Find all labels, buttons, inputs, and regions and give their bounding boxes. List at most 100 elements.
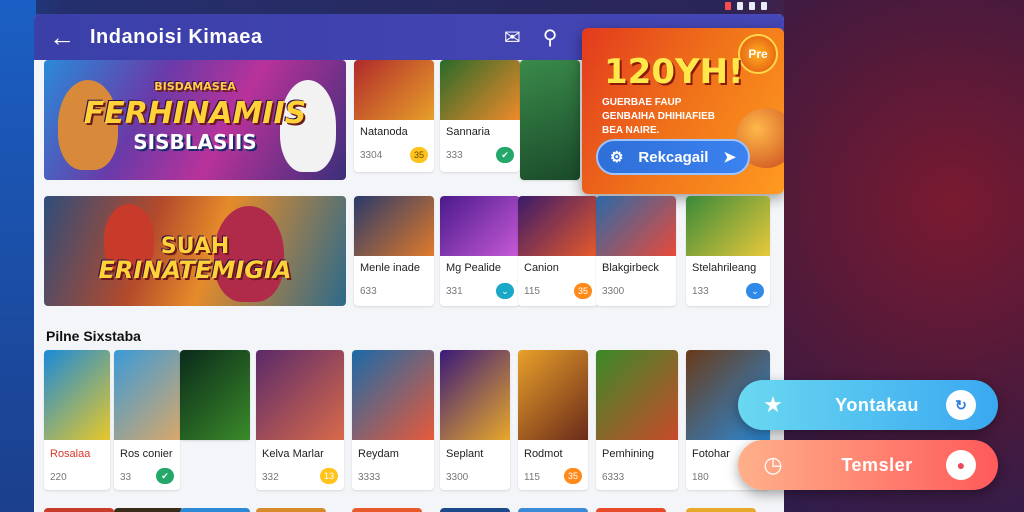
arrow-right-icon: ➤ [723,149,736,166]
toggle-icon: ● [946,450,976,480]
app-window: ← Indanoisi Kimaea ✉ ⚲ BISDAMASEA FERHIN… [34,14,784,512]
game-card[interactable]: Kelva Marlar 332 13 [256,350,344,490]
game-count: 331 [446,286,463,297]
game-card[interactable]: Reydam 3333 [352,350,434,490]
game-card[interactable]: Ros conier 33 ✔ [114,350,180,490]
gift-icon: ⚙ [610,149,624,166]
game-count: 33 [120,472,132,483]
check-icon: ✔ [496,147,514,163]
rating-badge: 35 [564,468,582,484]
game-count: 3304 [360,150,383,161]
section-title: Pilne Sixstaba [46,328,141,344]
game-name: Stelahrileang [692,262,757,274]
promo-subtitle: GUERBAE FAUP GENBAIHA DHIHIAFIEB BEA NAI… [602,97,715,136]
game-name: Reydam [358,448,399,460]
game-count: 3300 [446,472,469,483]
battery-icon [761,2,767,10]
game-card[interactable]: Menle inade 633 [354,196,434,306]
promo-badge: Pre [738,34,778,74]
game-thumbnail [114,350,180,440]
game-thumbnail [518,196,598,256]
promo-cta-button[interactable]: ⚙ Rekcagail ➤ [596,139,750,175]
download-icon: ⌄ [496,283,514,299]
game-name: Seplant [446,448,484,460]
banner-headline: ERINATEMIGIA [98,256,292,284]
notification-icon [725,2,731,10]
game-count: 3333 [358,472,381,483]
game-name: Rodmot [524,448,563,460]
check-icon: ✔ [156,468,174,484]
clock-icon: ◷ [763,452,783,477]
favorites-button[interactable]: ★ Yontakau ↻ [738,380,998,430]
game-thumbnail [596,196,676,256]
game-thumbnail [520,60,580,180]
game-card[interactable]: Canion 115 35 [518,196,598,306]
rating-badge: 35 [410,147,428,163]
game-count: 220 [50,472,67,483]
app-bar-actions: ✉ ⚲ [504,14,557,60]
game-name: Rosalaa [50,448,91,460]
game-count: 333 [446,150,463,161]
wifi-icon [749,2,755,10]
promo-cta-label: Rekcagail [638,148,709,166]
game-thumbnail [352,350,434,440]
game-name: Pemhining [602,448,654,460]
game-thumbnail [440,350,510,440]
game-card[interactable]: Rosalaa 220 [44,350,110,490]
game-count: 332 [262,472,279,483]
event-banner[interactable]: SUAH ERINATEMIGIA [44,196,346,306]
timer-label: Temsler [841,454,913,475]
promo-title: 120YH! [604,52,744,92]
promo-popup: Pre 120YH! GUERBAE FAUP GENBAIHA DHIHIAF… [582,28,784,194]
game-name: Sannaria [446,126,491,138]
game-name: Canion [524,262,559,274]
game-card[interactable]: Mg Pealide 331 ⌄ [440,196,520,306]
favorites-label: Yontakau [835,394,919,415]
game-thumbnail [518,350,588,440]
game-count: 133 [692,286,709,297]
game-name: Kelva Marlar [262,448,324,460]
game-count: 180 [692,472,709,483]
game-card[interactable]: Pemhining 6333 [596,350,678,490]
game-card[interactable] [180,350,250,440]
star-icon: ★ [763,392,783,417]
game-thumbnail [354,60,434,120]
game-thumbnail [686,196,770,256]
game-thumbnail [440,60,520,120]
banner-kicker: BISDAMASEA [154,80,236,93]
page-title: Indanoisi Kimaea [90,25,263,48]
content: BISDAMASEA FERHINAMIIS SISBLASIIS SUAH E… [34,28,784,512]
game-thumbnail [440,196,520,256]
banner-headline: FERHINAMIIS [83,96,307,131]
arrow-left-icon[interactable]: ← [34,14,90,60]
game-thumbnail [354,196,434,256]
game-name: Fotohar [692,448,730,460]
game-card[interactable]: Sannaria 333 ✔ [440,60,520,172]
game-card[interactable]: Blakgirbeck 3300 [596,196,676,306]
game-thumbnail [596,350,678,440]
game-count: 633 [360,286,377,297]
featured-banner[interactable]: BISDAMASEA FERHINAMIIS SISBLASIIS [44,60,346,180]
game-card[interactable] [520,60,580,180]
game-card[interactable]: Rodmot 115 35 [518,350,588,490]
game-card[interactable]: Natanoda 3304 35 [354,60,434,172]
game-name: Ros conier [120,448,173,460]
game-count: 115 [524,472,540,483]
rating-badge: 13 [320,468,338,484]
search-icon[interactable]: ⚲ [543,25,558,50]
banner-tagline: SISBLASIIS [133,130,257,154]
signal-icon [737,2,743,10]
game-card[interactable]: Stelahrileang 133 ⌄ [686,196,770,306]
game-count: 3300 [602,286,625,297]
game-count: 6333 [602,472,625,483]
game-name: Mg Pealide [446,262,502,274]
game-card[interactable]: Seplant 3300 [440,350,510,490]
download-icon: ⌄ [746,283,764,299]
game-thumbnail [256,350,344,440]
game-name: Natanoda [360,126,408,138]
background-left [0,0,36,512]
chat-bubble-icon[interactable]: ✉ [504,25,521,50]
game-name: Menle inade [360,262,420,274]
game-thumbnail [180,350,250,440]
timer-button[interactable]: ◷ Temsler ● [738,440,998,490]
